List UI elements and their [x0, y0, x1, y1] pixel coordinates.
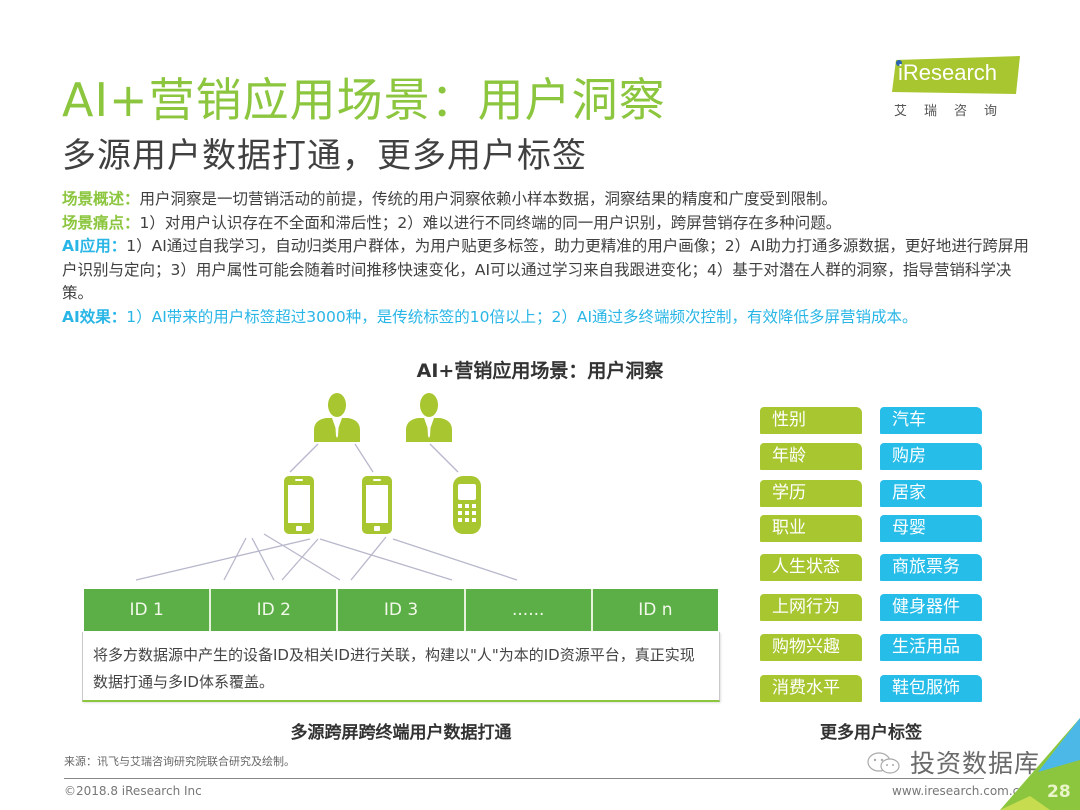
tag-interest: 母婴	[880, 515, 982, 542]
person-icon	[314, 393, 360, 442]
pain-paragraph: 场景痛点：1）对用户认识存在不全面和滞后性；2）难以进行不同终端的同一用户识别，…	[62, 212, 1042, 236]
app-text: 1）AI通过自我学习，自动归类用户群体，为用户贴更多标签，助力更精准的用户画像；…	[62, 237, 1029, 302]
effect-text: 1）AI带来的用户标签超过3000种，是传统标签的10倍以上；2）AI通过多终端…	[126, 307, 918, 326]
overview-text: 用户洞察是一切营销活动的前提，传统的用户洞察依赖小样本数据，洞察结果的精度和广度…	[139, 190, 838, 208]
connector-line	[263, 533, 341, 581]
pain-label: 场景痛点：	[62, 213, 140, 232]
id-cell: ID n	[638, 600, 673, 620]
caption-data-integration: 多源跨屏跨终端用户数据打通	[290, 723, 512, 743]
page-subtitle: 多源用户数据打通，更多用户标签	[62, 136, 587, 176]
connector-line	[135, 538, 311, 581]
page-title: AI+营销应用场景：用户洞察	[62, 73, 666, 127]
connector-line	[350, 536, 387, 581]
tag-demographic: 购物兴趣	[760, 634, 862, 661]
diagram-title: AI+营销应用场景：用户洞察	[416, 360, 664, 382]
copyright: ©2018.8 iResearch Inc	[64, 784, 202, 798]
effect-paragraph: AI效果：1）AI带来的用户标签超过3000种，是传统标签的10倍以上；2）AI…	[62, 306, 1042, 330]
tag-demographic: 消费水平	[760, 675, 862, 702]
app-label: AI应用：	[62, 237, 127, 255]
caption-more-tags: 更多用户标签	[820, 723, 922, 743]
source-note: 来源：讯飞与艾瑞咨询研究院联合研究及绘制。	[64, 755, 295, 768]
id-bar: ID 1 ID 2 ID 3 ...... ID n	[84, 589, 718, 631]
smartphone-icon	[284, 476, 314, 534]
tag-demographic: 人生状态	[760, 554, 862, 581]
pain-text: 1）对用户认识存在不全面和滞后性；2）难以进行不同终端的同一用户识别，跨屏营销存…	[139, 213, 842, 232]
tag-interest: 居家	[880, 480, 982, 507]
id-description: 将多方数据源中产生的设备ID及相关ID进行关联，构建以"人"为本的ID资源平台，…	[82, 632, 720, 702]
id-cell: ID 3	[338, 589, 466, 631]
smartphone-icon	[362, 476, 392, 534]
connector-line	[429, 443, 459, 473]
id-cell: ID 1	[84, 589, 212, 631]
logo-brand-cn: 艾瑞咨询	[894, 104, 1015, 119]
wechat-icon	[867, 752, 900, 774]
page-number: 28	[1047, 782, 1071, 802]
overview-label: 场景概述：	[62, 190, 140, 208]
description-block: 场景概述：用户洞察是一切营销活动的前提，传统的用户洞察依赖小样本数据，洞察结果的…	[62, 188, 1042, 329]
connector-line	[354, 443, 374, 473]
connector-line	[281, 538, 319, 581]
tag-interest: 汽车	[880, 407, 982, 434]
iresearch-logo: iResearch 艾瑞咨询	[892, 56, 1032, 119]
tag-demographic: 性别	[760, 407, 862, 434]
tag-interest: 健身器件	[880, 594, 982, 621]
connector-line	[392, 538, 518, 581]
connector-line	[251, 537, 275, 581]
id-cell: ......	[466, 589, 593, 631]
tag-interest: 鞋包服饰	[880, 675, 982, 702]
footer-divider	[64, 778, 984, 779]
person-icon	[406, 393, 452, 442]
tag-interest: 商旅票务	[880, 554, 982, 581]
tag-demographic: 年龄	[760, 443, 862, 470]
feature-phone-icon	[453, 476, 481, 534]
overview-paragraph: 场景概述：用户洞察是一切营销活动的前提，传统的用户洞察依赖小样本数据，洞察结果的…	[62, 188, 1042, 212]
logo-brand: iResearch	[898, 60, 998, 85]
app-paragraph: AI应用：1）AI通过自我学习，自动归类用户群体，为用户贴更多标签，助力更精准的…	[62, 235, 1042, 306]
tag-interest: 购房	[880, 443, 982, 470]
connector-line	[319, 538, 453, 581]
id-cell: ID 2	[211, 589, 339, 631]
connector-line	[223, 537, 247, 581]
effect-label: AI效果：	[62, 307, 127, 326]
tag-interest: 生活用品	[880, 634, 982, 661]
tag-demographic: 上网行为	[760, 594, 862, 621]
tag-demographic: 职业	[760, 515, 862, 542]
tag-demographic: 学历	[760, 480, 862, 507]
connector-line	[289, 443, 319, 473]
